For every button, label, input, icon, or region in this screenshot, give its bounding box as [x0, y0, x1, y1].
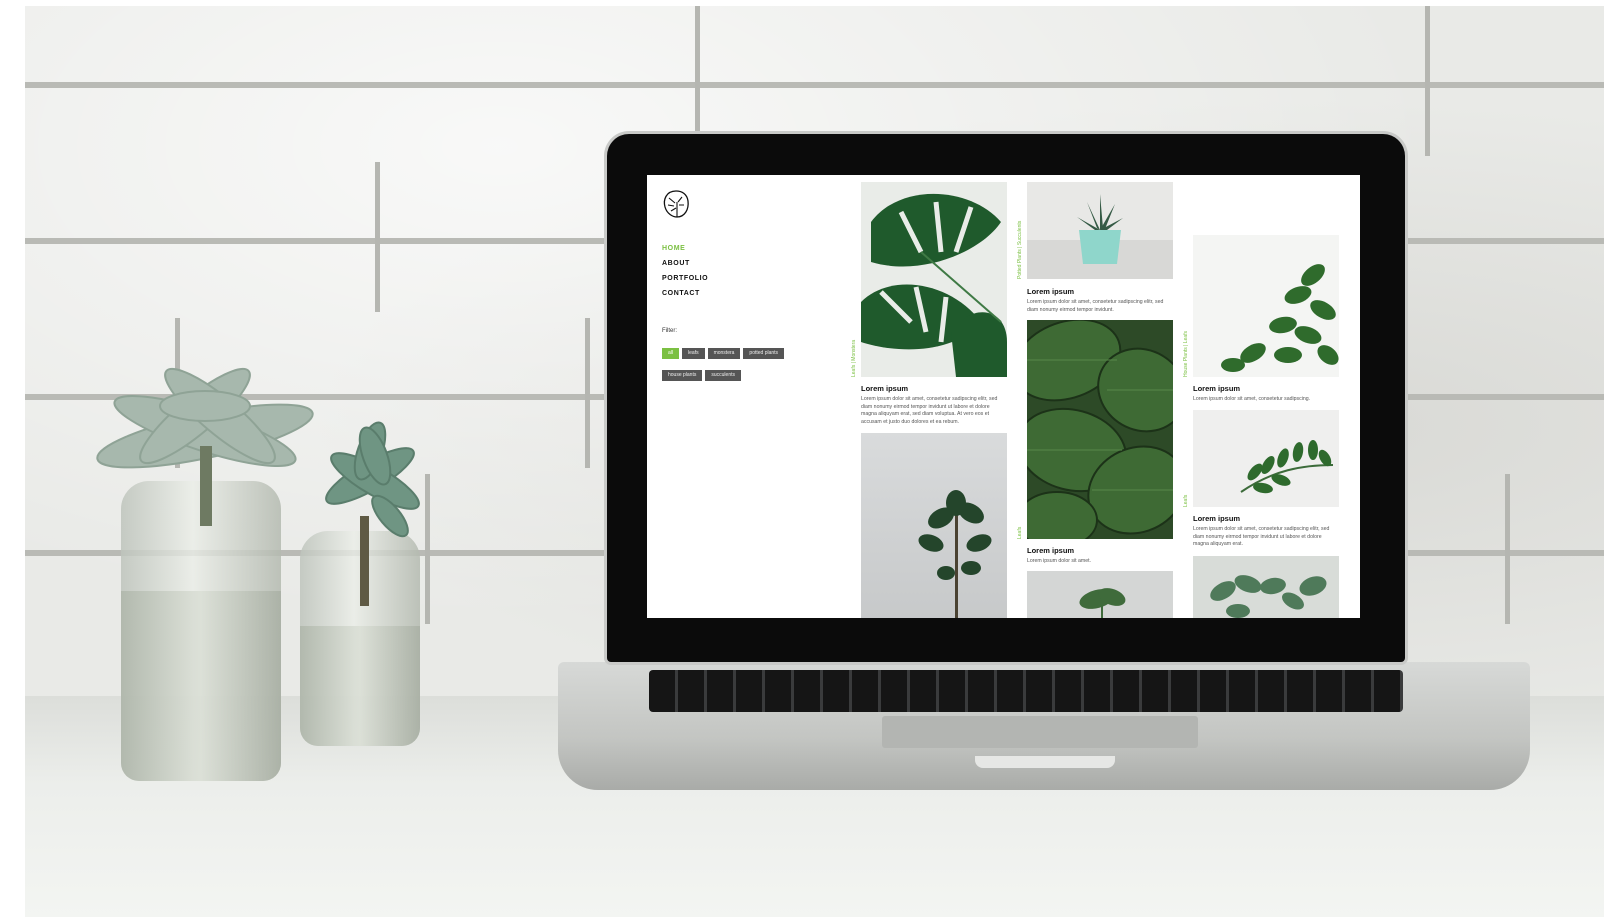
main-nav: HOME ABOUT PORTFOLIO CONTACT — [662, 245, 708, 305]
brick-joint — [375, 162, 380, 312]
laptop-notch — [975, 756, 1115, 768]
card-title: Lorem ipsum — [1027, 546, 1075, 555]
brick-joint — [585, 318, 590, 468]
laptop-screen: HOME ABOUT PORTFOLIO CONTACT Filter: all… — [647, 175, 1360, 618]
nav-portfolio[interactable]: PORTFOLIO — [662, 275, 708, 282]
nav-contact[interactable]: CONTACT — [662, 290, 708, 297]
card-category: Leafs — [1017, 526, 1023, 539]
hosta-leaves-photo — [1027, 320, 1173, 539]
filter-chip-all[interactable]: all — [662, 348, 680, 359]
card-title: Lorem ipsum — [1193, 384, 1241, 393]
filter-chip-monstera[interactable]: monstera — [707, 348, 741, 359]
nav-home[interactable]: HOME — [662, 245, 708, 252]
card-text: Lorem ipsum dolor sit amet, consetetur s… — [1027, 299, 1164, 313]
laptop-keyboard — [649, 670, 1403, 712]
monstera-photo — [861, 182, 1007, 377]
filter-chip-leafs[interactable]: leafs — [682, 348, 705, 359]
eucalyptus-photo — [1193, 556, 1339, 618]
succulent-plant-small — [325, 421, 420, 606]
card-category: Leafs | Monstera — [851, 339, 857, 377]
split-leaf-photo — [1027, 571, 1173, 618]
zz-branch-photo — [1193, 410, 1339, 507]
card-text: Lorem ipsum dolor sit amet, consetetur s… — [1193, 396, 1311, 402]
zz-plant-photo — [1193, 235, 1339, 377]
card-category: Leafs — [1183, 494, 1189, 507]
filter-bar: all leafs monstera potted plants house plant… — [662, 341, 802, 385]
card-category: Potted Plants | Succulents — [1017, 220, 1023, 279]
brick-joint — [1425, 6, 1430, 156]
card-title: Lorem ipsum — [1027, 287, 1075, 296]
filter-chip-succulents[interactable]: succulents — [705, 370, 741, 381]
filter-chip-potted-plants[interactable]: potted plants — [743, 348, 785, 359]
glass-vase-large — [121, 481, 281, 781]
monstera-logo-icon[interactable] — [661, 188, 691, 220]
card-category: House Plants | Leafs — [1183, 330, 1189, 377]
card-text: Lorem ipsum dolor sit amet, consetetur s… — [861, 396, 998, 425]
card-title: Lorem ipsum — [1193, 514, 1241, 523]
nav-about[interactable]: ABOUT — [662, 260, 708, 267]
filter-label: Filter: — [662, 328, 677, 334]
card-text: Lorem ipsum dolor sit amet. — [1027, 558, 1092, 564]
filter-chip-house-plants[interactable]: house plants — [662, 370, 703, 381]
potted-succulent-photo — [1027, 182, 1173, 279]
card-title: Lorem ipsum — [861, 384, 909, 393]
card-text: Lorem ipsum dolor sit amet, consetetur s… — [1193, 526, 1330, 548]
fiddle-leaf-photo — [861, 433, 1007, 618]
brick-joint — [1505, 474, 1510, 624]
laptop-trackpad — [882, 716, 1198, 748]
